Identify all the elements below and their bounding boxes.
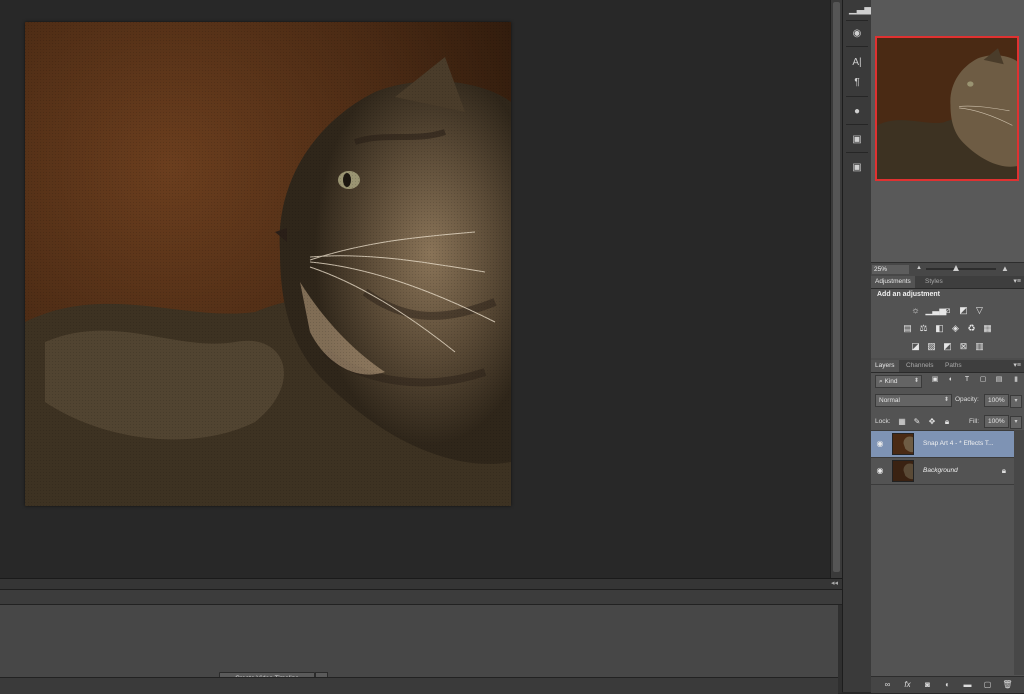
blend-mode-dropdown[interactable]: Normal ⬍ [875, 394, 952, 407]
link-layers-icon[interactable]: ∞ [882, 679, 894, 691]
adjustments-tab-bar: Adjustments Styles ▾≡ [871, 276, 1024, 289]
posterize-icon[interactable]: ▨ [926, 340, 938, 352]
histogram-icon[interactable]: ▁▃▅ [849, 2, 872, 18]
document-canvas[interactable] [0, 0, 830, 578]
curves-icon[interactable]: ⧄ [942, 304, 954, 316]
lock-all-icon[interactable]: 🔒︎ [942, 417, 952, 427]
gradient-map-icon[interactable]: ▥ [974, 340, 986, 352]
brightness-contrast-icon[interactable]: ☼ [910, 304, 922, 316]
timeline-footer [0, 677, 838, 694]
opacity-field[interactable]: 100% [984, 394, 1009, 407]
cat-painting-image[interactable] [25, 22, 511, 506]
add-mask-icon[interactable]: ◙ [922, 679, 934, 691]
filter-adjustment-icon[interactable]: ◐ [946, 375, 956, 385]
navigator-preview[interactable] [875, 36, 1019, 181]
right-panel-column: 25% ▲ ▲ Adjustments Styles ▾≡ Add an adj… [871, 0, 1024, 693]
layer-style-fx-icon[interactable]: fx [902, 679, 914, 691]
layer-locked-icon: 🔒︎ [1001, 466, 1006, 475]
layers-scrollbar[interactable] [1014, 430, 1024, 675]
filter-kind-label: Kind [884, 378, 898, 385]
lock-position-icon[interactable]: ✥ [927, 417, 937, 427]
filter-type-icon[interactable]: T [962, 375, 972, 385]
layer-thumbnail [892, 433, 914, 455]
clone-source-icon[interactable]: ▣ [849, 160, 865, 176]
new-layer-icon[interactable]: ▢ [982, 679, 994, 691]
threshold-icon[interactable]: ◩ [942, 340, 954, 352]
new-group-icon[interactable]: ▬ [962, 679, 974, 691]
info-icon[interactable]: ◉ [849, 26, 865, 42]
photo-filter-icon[interactable]: ◈ [950, 322, 962, 334]
blend-mode-value: Normal [879, 397, 900, 404]
behance-icon[interactable]: ● [849, 104, 865, 120]
tab-styles[interactable]: Styles [921, 276, 947, 288]
layer-row-background[interactable]: ◉ Background 🔒︎ [871, 458, 1014, 485]
timeline-panel-header: ◂◂ [0, 579, 842, 590]
fill-dropdown-arrow-icon[interactable]: ▾ [1010, 416, 1022, 429]
tab-channels[interactable]: Channels [902, 360, 937, 372]
zoom-slider-handle[interactable] [953, 265, 959, 271]
levels-icon[interactable]: ▁▃▅ [926, 304, 947, 316]
timeline-body: Create Video Timeline [0, 605, 838, 685]
layers-panel: Layers Channels Paths ▾≡ ⌕ Kind ⬍ ▣ ◐ T … [871, 360, 1024, 693]
panel-collapse-icon[interactable]: ◂◂ [831, 580, 838, 587]
layer-filter-kind-dropdown[interactable]: ⌕ Kind ⬍ [875, 375, 922, 388]
fill-field[interactable]: 100% [984, 415, 1009, 428]
tab-adjustments[interactable]: Adjustments [871, 276, 915, 288]
filter-shape-icon[interactable]: ▢ [978, 375, 988, 385]
filter-toggle-icon[interactable]: ▮ [1011, 375, 1021, 385]
layers-footer-toolbar: ∞ fx ◙ ◐ ▬ ▢ 🗑︎ [871, 676, 1024, 693]
exposure-icon[interactable]: ◩ [958, 304, 970, 316]
new-adjustment-layer-icon[interactable]: ◐ [942, 679, 954, 691]
zoom-level-field[interactable]: 25% [872, 265, 909, 274]
selective-color-icon[interactable]: ⊠ [958, 340, 970, 352]
fill-label: Fill: [969, 418, 980, 425]
navigator-panel [871, 0, 1024, 262]
color-lookup-icon[interactable]: ▦ [982, 322, 994, 334]
adjustments-heading: Add an adjustment [877, 291, 941, 298]
invert-icon[interactable]: ◪ [910, 340, 922, 352]
color-balance-icon[interactable]: ⚖ [918, 322, 930, 334]
opacity-label: Opacity: [955, 396, 979, 403]
filter-pixel-icon[interactable]: ▣ [930, 375, 940, 385]
tab-paths[interactable]: Paths [941, 360, 966, 372]
filter-smart-object-icon[interactable]: ▤ [994, 375, 1004, 385]
layer-comps-icon[interactable]: ▣ [849, 132, 865, 148]
layer-name: Snap Art 4 - * Effects T... [923, 440, 994, 447]
timeline-tab-strip [0, 590, 842, 605]
layer-thumbnail [892, 460, 914, 482]
layer-row-snap-art[interactable]: ◉ Snap Art 4 - * Effects T... [871, 431, 1014, 458]
character-icon[interactable]: A| [849, 55, 865, 71]
visibility-eye-icon[interactable]: ◉ [875, 439, 885, 449]
collapsed-panel-strip: ▁▃▅ ◉ A| ¶ ● ▣ ▣ [842, 0, 872, 692]
navigator-zoom-bar: 25% ▲ ▲ [871, 262, 1024, 277]
timeline-panel: ◂◂ Create Video Timeline [0, 578, 842, 694]
vibrance-icon[interactable]: ▽ [974, 304, 986, 316]
zoom-slider[interactable] [926, 268, 996, 270]
zoom-out-icon[interactable]: ▲ [916, 265, 922, 271]
panel-menu-icon[interactable]: ▾≡ [1013, 361, 1021, 369]
visibility-eye-icon[interactable]: ◉ [875, 466, 885, 476]
channel-mixer-icon[interactable]: ♻ [966, 322, 978, 334]
search-icon: ⌕ [879, 378, 883, 385]
zoom-in-icon[interactable]: ▲ [1001, 264, 1009, 273]
layer-name: Background [923, 467, 958, 474]
hue-saturation-icon[interactable]: ▤ [902, 322, 914, 334]
lock-transparent-pixels-icon[interactable]: ▦ [897, 417, 907, 427]
tab-layers[interactable]: Layers [871, 360, 899, 372]
black-white-icon[interactable]: ◧ [934, 322, 946, 334]
delete-layer-icon[interactable]: 🗑︎ [1002, 679, 1014, 691]
paragraph-icon[interactable]: ¶ [849, 75, 865, 91]
adjustments-panel: Adjustments Styles ▾≡ Add an adjustment … [871, 276, 1024, 358]
lock-image-pixels-icon[interactable]: ✎ [912, 417, 922, 427]
layers-tab-bar: Layers Channels Paths ▾≡ [871, 360, 1024, 373]
lock-label: Lock: [875, 418, 891, 425]
opacity-dropdown-arrow-icon[interactable]: ▾ [1010, 395, 1022, 408]
panel-menu-icon[interactable]: ▾≡ [1013, 277, 1021, 285]
